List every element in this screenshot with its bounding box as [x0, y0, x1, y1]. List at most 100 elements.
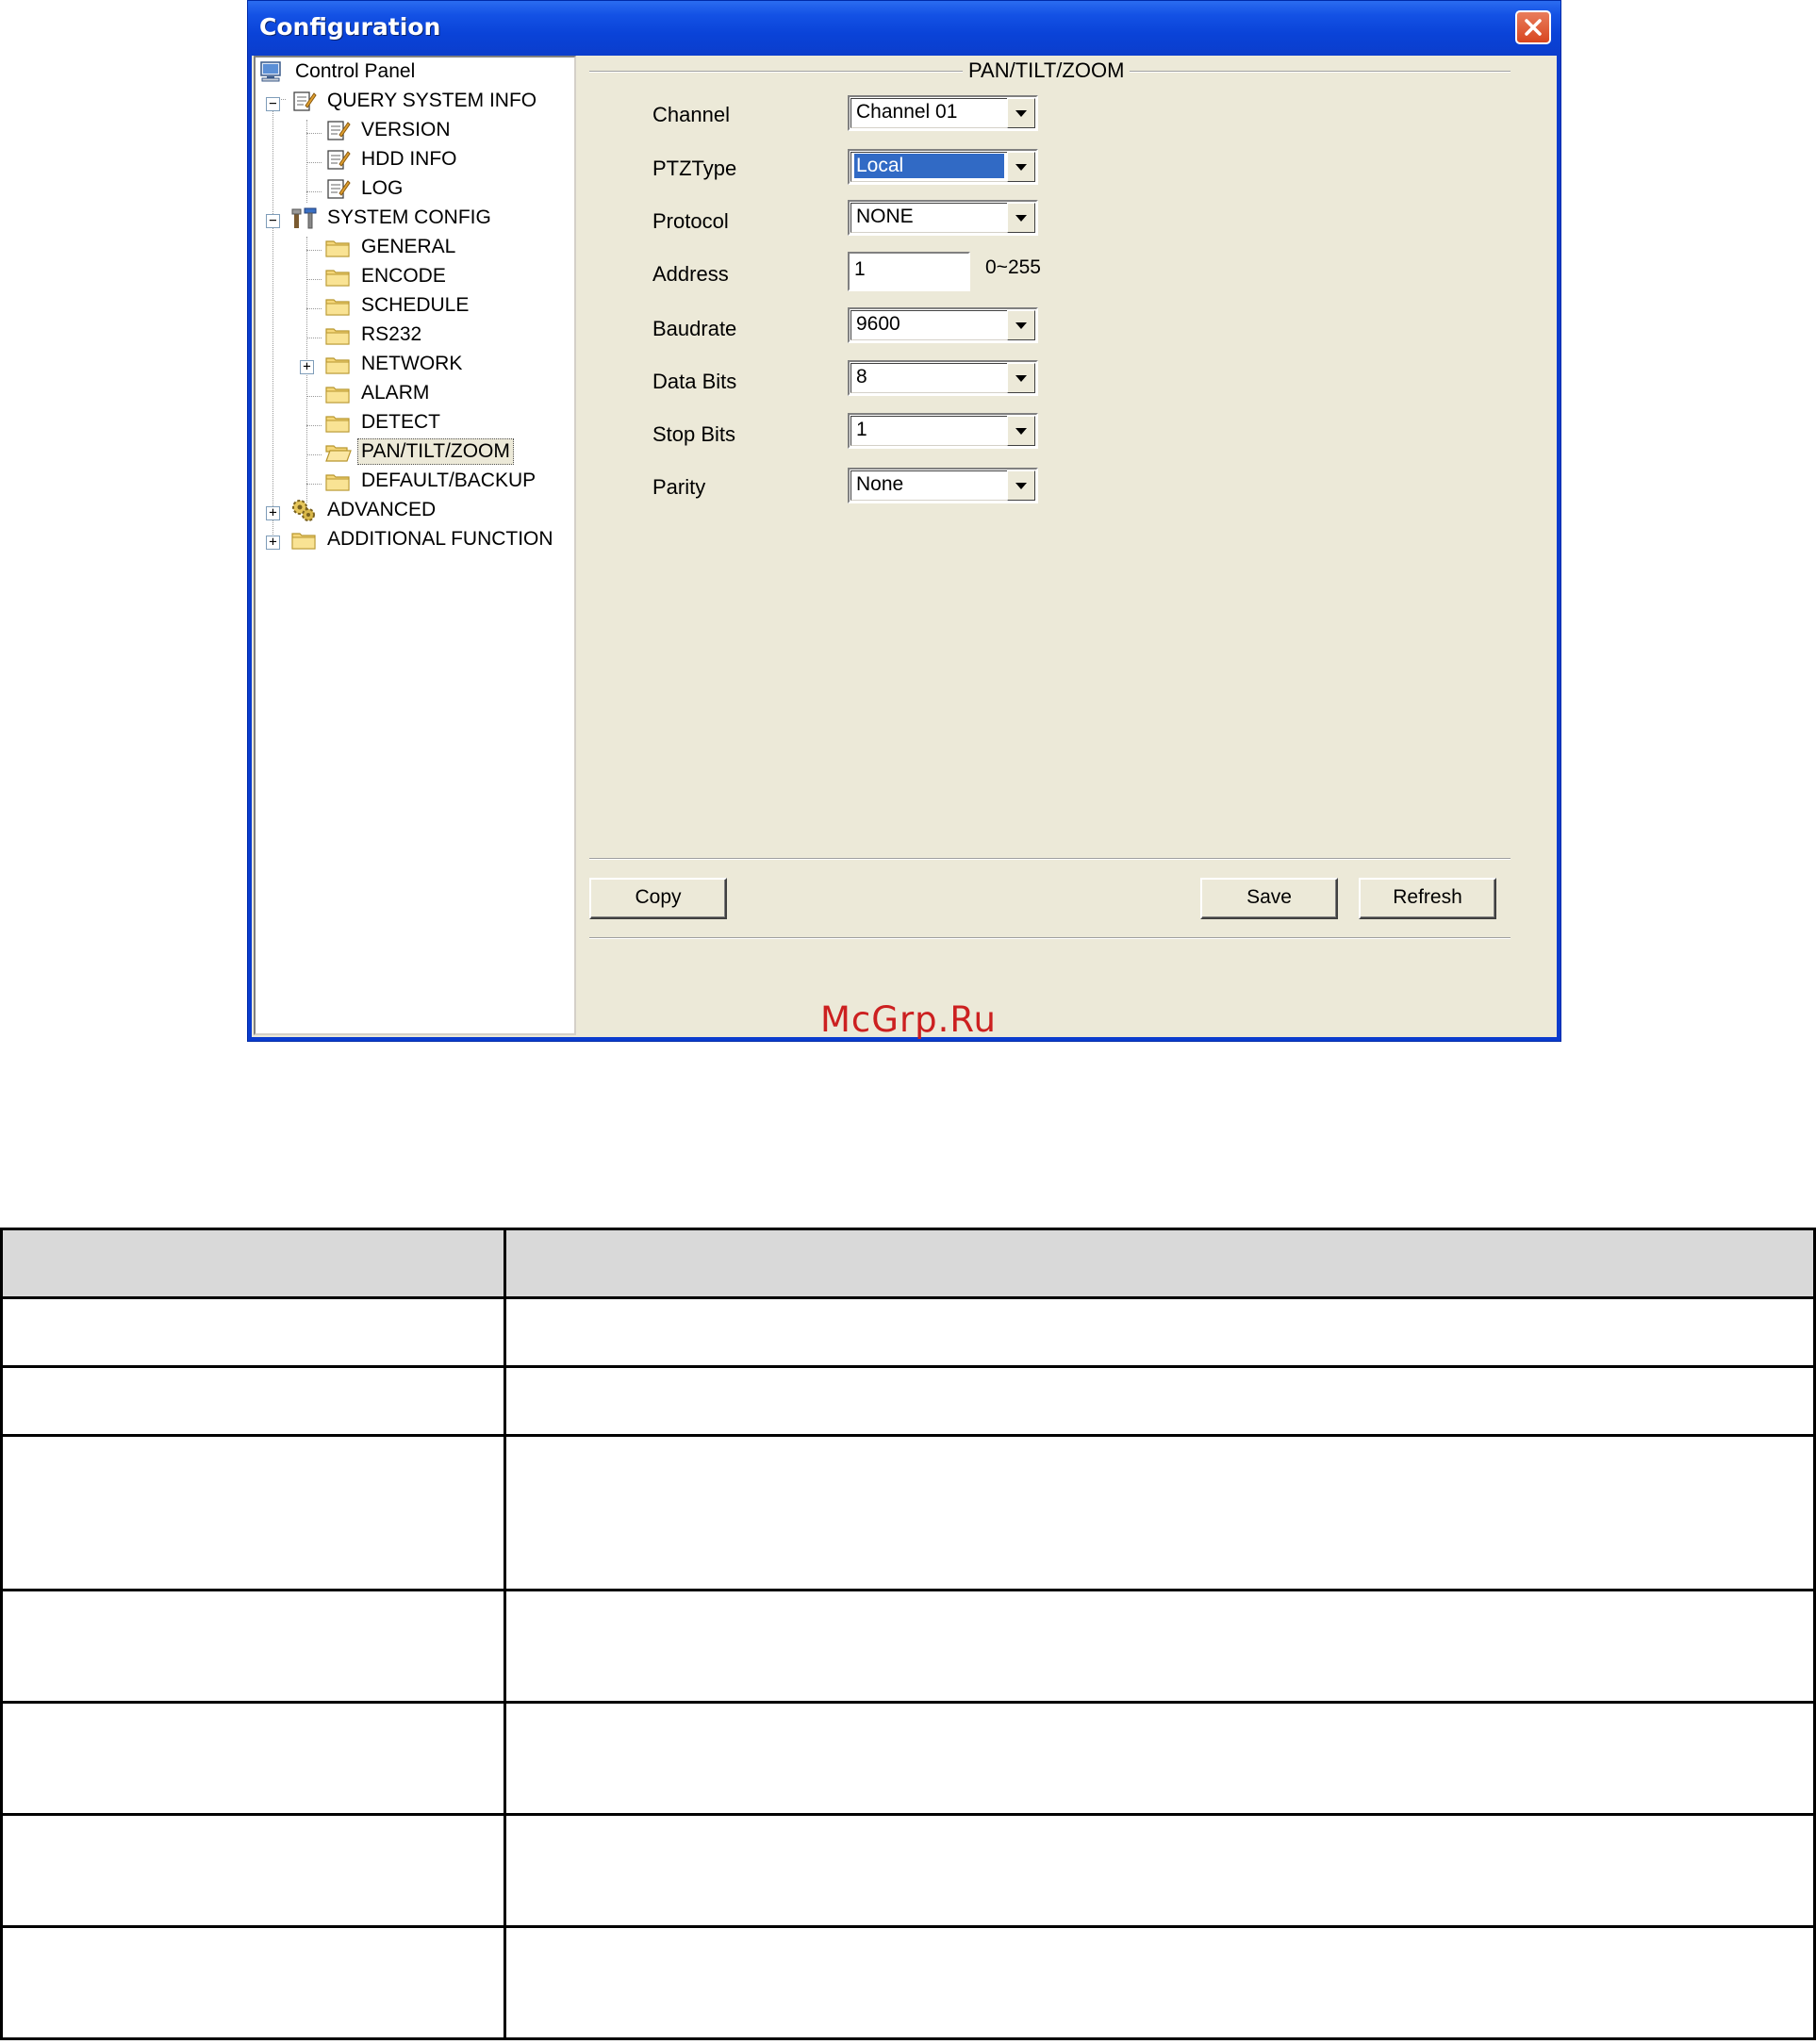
chevron-down-icon: [1015, 428, 1027, 435]
collapse-query-system-info[interactable]: −: [266, 97, 280, 111]
protocol-value: NONE: [856, 206, 914, 227]
dropdown-button[interactable]: [1007, 416, 1035, 446]
protocol-select[interactable]: NONE: [848, 200, 1038, 236]
tree-item-rs232[interactable]: RS232: [323, 321, 425, 348]
channel-select[interactable]: Channel 01: [848, 95, 1038, 131]
table-cell: [504, 1589, 1816, 1704]
tree-item-control-panel[interactable]: Control Panel: [257, 58, 419, 85]
tree-item-general[interactable]: GENERAL: [323, 234, 459, 260]
dropdown-button[interactable]: [1007, 363, 1035, 393]
tree-item-version[interactable]: VERSION: [323, 117, 454, 143]
tree-label: PAN/TILT/ZOOM: [357, 438, 514, 465]
dropdown-button[interactable]: [1007, 310, 1035, 340]
ptz-settings-panel: PAN/TILT/ZOOM Channel Channel 01 PTZType…: [582, 56, 1553, 1035]
folder-icon: [325, 240, 350, 257]
table-cell: [504, 1296, 1816, 1368]
data-bits-select[interactable]: 8: [848, 360, 1038, 396]
data-bits-label: Data Bits: [652, 370, 737, 393]
dropdown-button[interactable]: [1007, 152, 1035, 182]
computer-icon: [260, 61, 281, 82]
tree-label: HDD INFO: [361, 148, 457, 170]
close-button[interactable]: [1515, 10, 1551, 44]
tree-item-log[interactable]: LOG: [323, 175, 406, 202]
tree-item-additional-function[interactable]: ADDITIONAL FUNCTION: [289, 526, 557, 552]
configuration-window: Configuration − − + + + Control Panel QU…: [247, 0, 1561, 1042]
table-cell: [0, 1296, 506, 1368]
table-row: [0, 1589, 1816, 1704]
tree-item-default-backup[interactable]: DEFAULT/BACKUP: [323, 468, 539, 494]
gears-icon: [292, 500, 315, 521]
tools-icon: [291, 207, 317, 229]
table-cell: [504, 1365, 1816, 1437]
address-input[interactable]: 1: [848, 252, 970, 291]
table-row: [0, 1813, 1816, 1928]
table-row: [0, 1701, 1816, 1816]
table-cell: [0, 1925, 506, 2040]
notepad-icon: [327, 121, 351, 140]
tree-item-pan-tilt-zoom[interactable]: PAN/TILT/ZOOM: [323, 438, 514, 465]
tree-label: QUERY SYSTEM INFO: [327, 90, 537, 111]
channel-value: Channel 01: [856, 101, 958, 123]
save-button[interactable]: Save: [1200, 878, 1338, 919]
window-client-area: − − + + + Control Panel QUERY SYSTEM INF…: [252, 56, 1557, 1037]
table-cell: [0, 1701, 506, 1816]
baudrate-select[interactable]: 9600: [848, 307, 1038, 343]
tree-label: DETECT: [361, 411, 440, 433]
tree-label: VERSION: [361, 119, 451, 140]
expand-network[interactable]: +: [300, 360, 314, 374]
tree-item-schedule[interactable]: SCHEDULE: [323, 292, 472, 319]
tree-item-alarm[interactable]: ALARM: [323, 380, 433, 406]
folder-icon: [325, 299, 350, 316]
tree-label: SCHEDULE: [361, 294, 470, 316]
copy-button[interactable]: Copy: [589, 878, 727, 919]
stop-bits-select[interactable]: 1: [848, 413, 1038, 449]
table-cell: [504, 1701, 1816, 1816]
tree-label: ADVANCED: [327, 499, 437, 520]
close-icon: [1525, 19, 1542, 36]
table-cell: [0, 1589, 506, 1704]
folder-icon: [325, 328, 350, 345]
baudrate-label: Baudrate: [652, 317, 737, 340]
chevron-down-icon: [1015, 375, 1027, 382]
notepad-icon: [327, 150, 351, 170]
notepad-icon: [293, 91, 317, 111]
dropdown-button[interactable]: [1007, 470, 1035, 501]
tree-item-advanced[interactable]: ADVANCED: [289, 497, 439, 523]
refresh-button[interactable]: Refresh: [1359, 878, 1496, 919]
tree-item-query-system-info[interactable]: QUERY SYSTEM INFO: [289, 88, 540, 114]
tree-item-system-config[interactable]: SYSTEM CONFIG: [289, 205, 495, 231]
navigation-tree[interactable]: − − + + + Control Panel QUERY SYSTEM INF…: [254, 56, 576, 1035]
group-title: PAN/TILT/ZOOM: [963, 58, 1131, 83]
tree-item-network[interactable]: NETWORK: [323, 351, 466, 377]
parity-select[interactable]: None: [848, 468, 1038, 503]
folder-icon: [325, 474, 350, 491]
tree-label: ADDITIONAL FUNCTION: [327, 528, 553, 550]
tree-label: GENERAL: [361, 236, 456, 257]
tree-item-hdd-info[interactable]: HDD INFO: [323, 146, 461, 173]
ptz-type-select[interactable]: Local: [848, 149, 1038, 185]
notepad-icon: [327, 179, 351, 199]
tree-label: SYSTEM CONFIG: [327, 206, 491, 228]
tree-label: NETWORK: [361, 353, 463, 374]
tree-item-encode[interactable]: ENCODE: [323, 263, 450, 289]
tree-label: ENCODE: [361, 265, 446, 287]
expand-additional-function[interactable]: +: [266, 536, 280, 550]
dropdown-button[interactable]: [1007, 98, 1035, 128]
ptz-type-value: Local: [854, 154, 1004, 178]
tree-label: DEFAULT/BACKUP: [361, 470, 537, 491]
collapse-system-config[interactable]: −: [266, 214, 280, 228]
table-cell: [504, 1925, 1816, 2040]
dropdown-button[interactable]: [1007, 203, 1035, 233]
data-bits-value: 8: [856, 366, 867, 387]
stop-bits-value: 1: [856, 419, 867, 440]
title-bar[interactable]: Configuration: [248, 1, 1560, 56]
tree-label: Control Panel: [295, 60, 416, 82]
tree-item-detect[interactable]: DETECT: [323, 409, 444, 436]
protocol-label: Protocol: [652, 209, 729, 233]
table-cell: [504, 1434, 1816, 1591]
table-header-cell: [504, 1228, 1816, 1299]
address-range-hint: 0~255: [985, 256, 1041, 278]
expand-advanced[interactable]: +: [266, 506, 280, 520]
folder-icon: [325, 416, 350, 433]
parity-value: None: [856, 473, 904, 495]
